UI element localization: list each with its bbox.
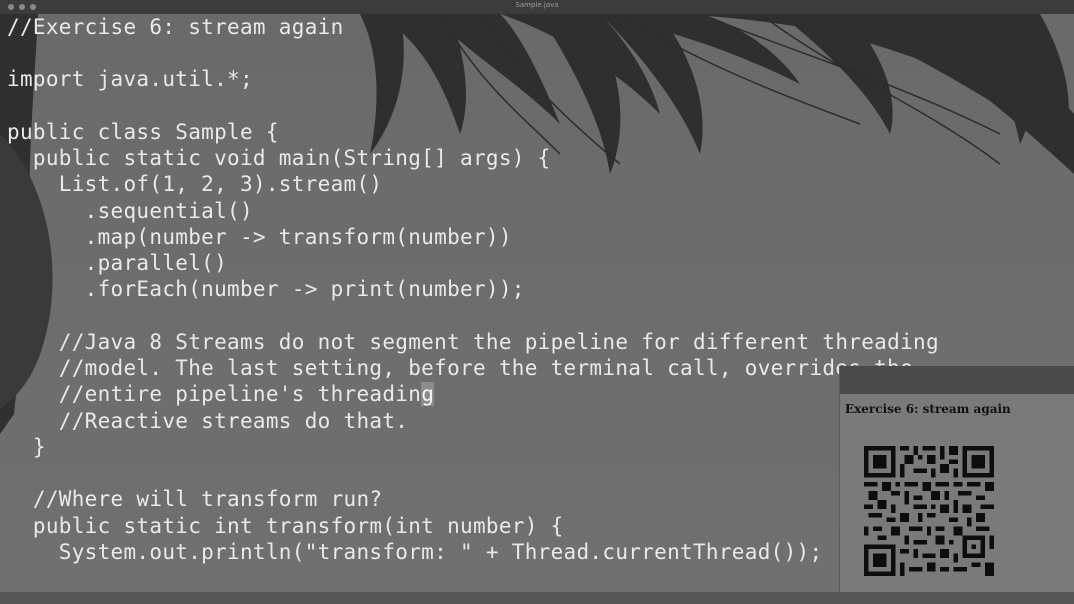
- code-line: .map(number -> transform(number)): [7, 225, 512, 249]
- code-line: import java.util.*;: [7, 67, 253, 91]
- code-text: //entire pipeline's threadin: [7, 382, 422, 406]
- code-line: .forEach(number -> print(number));: [7, 277, 525, 301]
- code-line: //Reactive streams do that.: [7, 409, 409, 433]
- code-line: //model. The last setting, before the te…: [7, 356, 914, 380]
- panel-header[interactable]: [840, 366, 1074, 394]
- code-line-with-cursor: //entire pipeline's threading: [7, 381, 435, 407]
- code-line: }: [7, 435, 46, 459]
- panel-title: Exercise 6: stream again: [845, 402, 1011, 416]
- code-line: //Where will transform run?: [7, 487, 383, 511]
- code-line: System.out.println("transform: " + Threa…: [7, 540, 823, 564]
- text-cursor: g: [421, 382, 435, 406]
- code-line: List.of(1, 2, 3).stream(): [7, 172, 383, 196]
- code-line: .parallel(): [7, 251, 228, 275]
- bottom-bar: [0, 592, 1074, 604]
- code-line: //Java 8 Streams do not segment the pipe…: [7, 330, 939, 354]
- window-title: Sample.java: [515, 1, 559, 9]
- qr-code-panel[interactable]: Exercise 6: stream again: [839, 366, 1074, 592]
- title-bar[interactable]: Sample.java: [0, 0, 1074, 15]
- code-line: public static void main(String[] args) {: [7, 146, 551, 170]
- code-line: public static int transform(int number) …: [7, 514, 564, 538]
- qr-code-icon: [864, 446, 994, 576]
- editor-window: Sample.java //Exercise 6: stream again i…: [0, 0, 1074, 604]
- code-line: //Exercise 6: stream again: [7, 15, 344, 39]
- code-line: .sequential(): [7, 199, 253, 223]
- code-line: public class Sample {: [7, 120, 279, 144]
